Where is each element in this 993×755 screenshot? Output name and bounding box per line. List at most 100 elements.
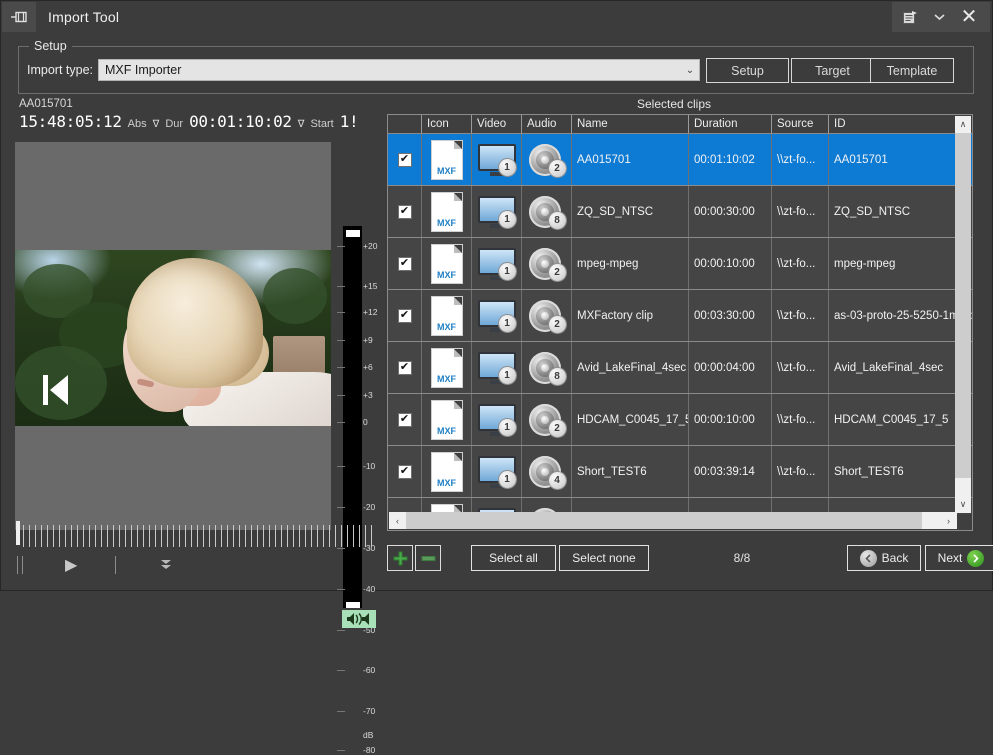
table-row[interactable]: ✔ MXF 1 8 ZQ_SD_NTSC 00:00:30:00 \\zt-fo... ZQ_… bbox=[388, 186, 972, 238]
target-button[interactable]: Target bbox=[791, 58, 874, 83]
video-track-cell: 1 bbox=[471, 394, 521, 445]
duration-dropdown-icon[interactable]: ∇ bbox=[298, 119, 305, 130]
audio-track-cell: 8 bbox=[521, 342, 571, 393]
column-header-check[interactable] bbox=[388, 115, 421, 133]
meter-tick: -20 bbox=[337, 503, 375, 512]
row-checkbox[interactable]: ✔ bbox=[397, 152, 412, 167]
monitor-icon: 1 bbox=[477, 195, 516, 228]
meter-tick: +20 bbox=[337, 242, 377, 251]
abs-dropdown-icon[interactable]: ∇ bbox=[153, 119, 160, 130]
column-header-id[interactable]: ID bbox=[828, 115, 972, 133]
video-track-cell: 1 bbox=[471, 134, 521, 185]
table-row[interactable]: ✔ MXF 1 8 Avid_LakeFinal_4sec 00:00:04:00 \\zt… bbox=[388, 342, 972, 394]
timeline-playhead[interactable] bbox=[16, 521, 20, 545]
close-icon[interactable]: ✕ bbox=[954, 4, 984, 30]
preview-pane: AA015701 15:48:05:12 Abs ∇ Dur 00:01:10:… bbox=[15, 98, 379, 754]
file-icon-cell: MXF bbox=[421, 446, 471, 497]
preview-clip-name: AA015701 bbox=[19, 98, 73, 110]
file-icon-cell: MXF bbox=[421, 186, 471, 237]
pin-icon[interactable] bbox=[2, 2, 36, 32]
video-preview[interactable] bbox=[15, 142, 331, 530]
timecode-row: 15:48:05:12 Abs ∇ Dur 00:01:10:02 ∇ Star… bbox=[19, 112, 379, 131]
horizontal-scroll-thumb[interactable] bbox=[406, 512, 922, 529]
column-header-icon[interactable]: Icon bbox=[421, 115, 471, 133]
scroll-left-icon[interactable]: ‹ bbox=[389, 512, 406, 529]
meter-tick: +9 bbox=[337, 336, 373, 345]
column-header-duration[interactable]: Duration bbox=[688, 115, 771, 133]
audio-track-cell: 2 bbox=[521, 394, 571, 445]
grid-vertical-scrollbar[interactable]: ∧ ∨ bbox=[955, 116, 971, 513]
cell-name: Avid_LakeFinal_4sec bbox=[571, 342, 688, 393]
transport-controls: ▶ bbox=[15, 551, 377, 579]
scroll-right-icon[interactable]: › bbox=[940, 512, 957, 529]
row-checkbox[interactable]: ✔ bbox=[397, 412, 412, 427]
mxf-file-icon: MXF bbox=[431, 400, 462, 439]
chevron-down-icon[interactable] bbox=[926, 4, 952, 30]
cell-duration: 00:00:10:00 bbox=[688, 238, 771, 289]
start-value[interactable]: 1! bbox=[340, 112, 359, 131]
select-all-button[interactable]: Select all bbox=[471, 545, 556, 571]
add-clip-button[interactable] bbox=[387, 545, 413, 571]
meter-tick-dash bbox=[337, 711, 345, 712]
cell-source: \\zt-fo... bbox=[771, 446, 828, 497]
table-row[interactable]: ✔ MXF 1 2 MXFactory clip 00:03:30:00 \\zt-fo..… bbox=[388, 290, 972, 342]
table-row[interactable]: ✔ MXF 1 2 AA015701 00:01:10:02 \\zt-fo... AA015… bbox=[388, 134, 972, 186]
row-checkbox[interactable]: ✔ bbox=[397, 204, 412, 219]
play-button[interactable]: ▶ bbox=[65, 555, 77, 575]
remove-clip-button[interactable] bbox=[415, 545, 441, 571]
import-tool-window: Import Tool ✕ Setup Import type: MXF Imp… bbox=[0, 0, 993, 754]
window-menu-icon[interactable] bbox=[898, 4, 924, 30]
row-checkbox[interactable]: ✔ bbox=[397, 308, 412, 323]
back-button[interactable]: Back bbox=[847, 545, 921, 571]
scroll-up-icon[interactable]: ∧ bbox=[955, 116, 971, 133]
row-checkbox-cell[interactable]: ✔ bbox=[388, 134, 421, 185]
grid-horizontal-scrollbar[interactable]: ‹ › bbox=[389, 512, 957, 529]
meter-tick-dash bbox=[337, 589, 345, 590]
template-button[interactable]: Template bbox=[870, 58, 954, 83]
setup-button[interactable]: Setup bbox=[706, 58, 789, 83]
clips-grid-header: Icon Video Audio Name Duration Source ID bbox=[388, 115, 972, 134]
video-track-count: 1 bbox=[498, 418, 516, 436]
transport-menu-button[interactable] bbox=[158, 558, 174, 573]
vertical-scroll-thumb[interactable] bbox=[955, 133, 971, 478]
audio-track-count: 8 bbox=[548, 211, 566, 229]
row-checkbox-cell[interactable]: ✔ bbox=[388, 238, 421, 289]
transport-divider bbox=[22, 556, 23, 574]
timeline-scrubber[interactable] bbox=[15, 521, 377, 547]
column-header-source[interactable]: Source bbox=[771, 115, 828, 133]
skip-to-start-icon[interactable] bbox=[41, 372, 71, 414]
row-checkbox-cell[interactable]: ✔ bbox=[388, 342, 421, 393]
meter-tick: dB bbox=[363, 730, 374, 740]
table-row[interactable]: ✔ MXF 1 4 Short_TEST6 00:03:39:14 \\zt-fo... Sh… bbox=[388, 446, 972, 498]
speaker-icon: 8 bbox=[528, 195, 566, 229]
cell-source: \\zt-fo... bbox=[771, 290, 828, 341]
column-header-audio[interactable]: Audio bbox=[521, 115, 571, 133]
abs-label[interactable]: Abs bbox=[128, 118, 147, 130]
row-checkbox-cell[interactable]: ✔ bbox=[388, 290, 421, 341]
meter-tick: +15 bbox=[337, 282, 377, 291]
meter-tick: +12 bbox=[337, 308, 377, 317]
speaker-icon: 2 bbox=[528, 247, 566, 281]
table-row[interactable]: ✔ MXF 1 2 mpeg-mpeg 00:00:10:00 \\zt-fo... mpeg… bbox=[388, 238, 972, 290]
row-checkbox[interactable]: ✔ bbox=[397, 464, 412, 479]
column-header-name[interactable]: Name bbox=[571, 115, 688, 133]
row-checkbox-cell[interactable]: ✔ bbox=[388, 394, 421, 445]
table-row[interactable]: ✔ MXF 1 2 HDCAM_C0045_17_5 00:00:10:00 \\zt-fo… bbox=[388, 394, 972, 446]
video-track-count: 1 bbox=[498, 210, 516, 228]
scroll-down-icon[interactable]: ∨ bbox=[955, 496, 971, 513]
column-header-video[interactable]: Video bbox=[471, 115, 521, 133]
import-type-select[interactable]: MXF Importer ⌄ bbox=[98, 59, 700, 81]
row-checkbox-cell[interactable]: ✔ bbox=[388, 446, 421, 497]
speaker-icon[interactable] bbox=[342, 610, 376, 628]
row-checkbox-cell[interactable]: ✔ bbox=[388, 186, 421, 237]
current-timecode[interactable]: 15:48:05:12 bbox=[19, 112, 122, 131]
cell-name: mpeg-mpeg bbox=[571, 238, 688, 289]
row-checkbox[interactable]: ✔ bbox=[397, 256, 412, 271]
next-button[interactable]: Next bbox=[925, 545, 993, 571]
duration-value[interactable]: 00:01:10:02 bbox=[189, 112, 292, 131]
select-none-button[interactable]: Select none bbox=[559, 545, 649, 571]
clips-grid-body: ✔ MXF 1 2 AA015701 00:01:10:02 \\zt-fo... AA015… bbox=[388, 134, 972, 514]
monitor-icon: 1 bbox=[477, 403, 516, 436]
meter-tick: -60 bbox=[337, 666, 375, 675]
row-checkbox[interactable]: ✔ bbox=[397, 360, 412, 375]
